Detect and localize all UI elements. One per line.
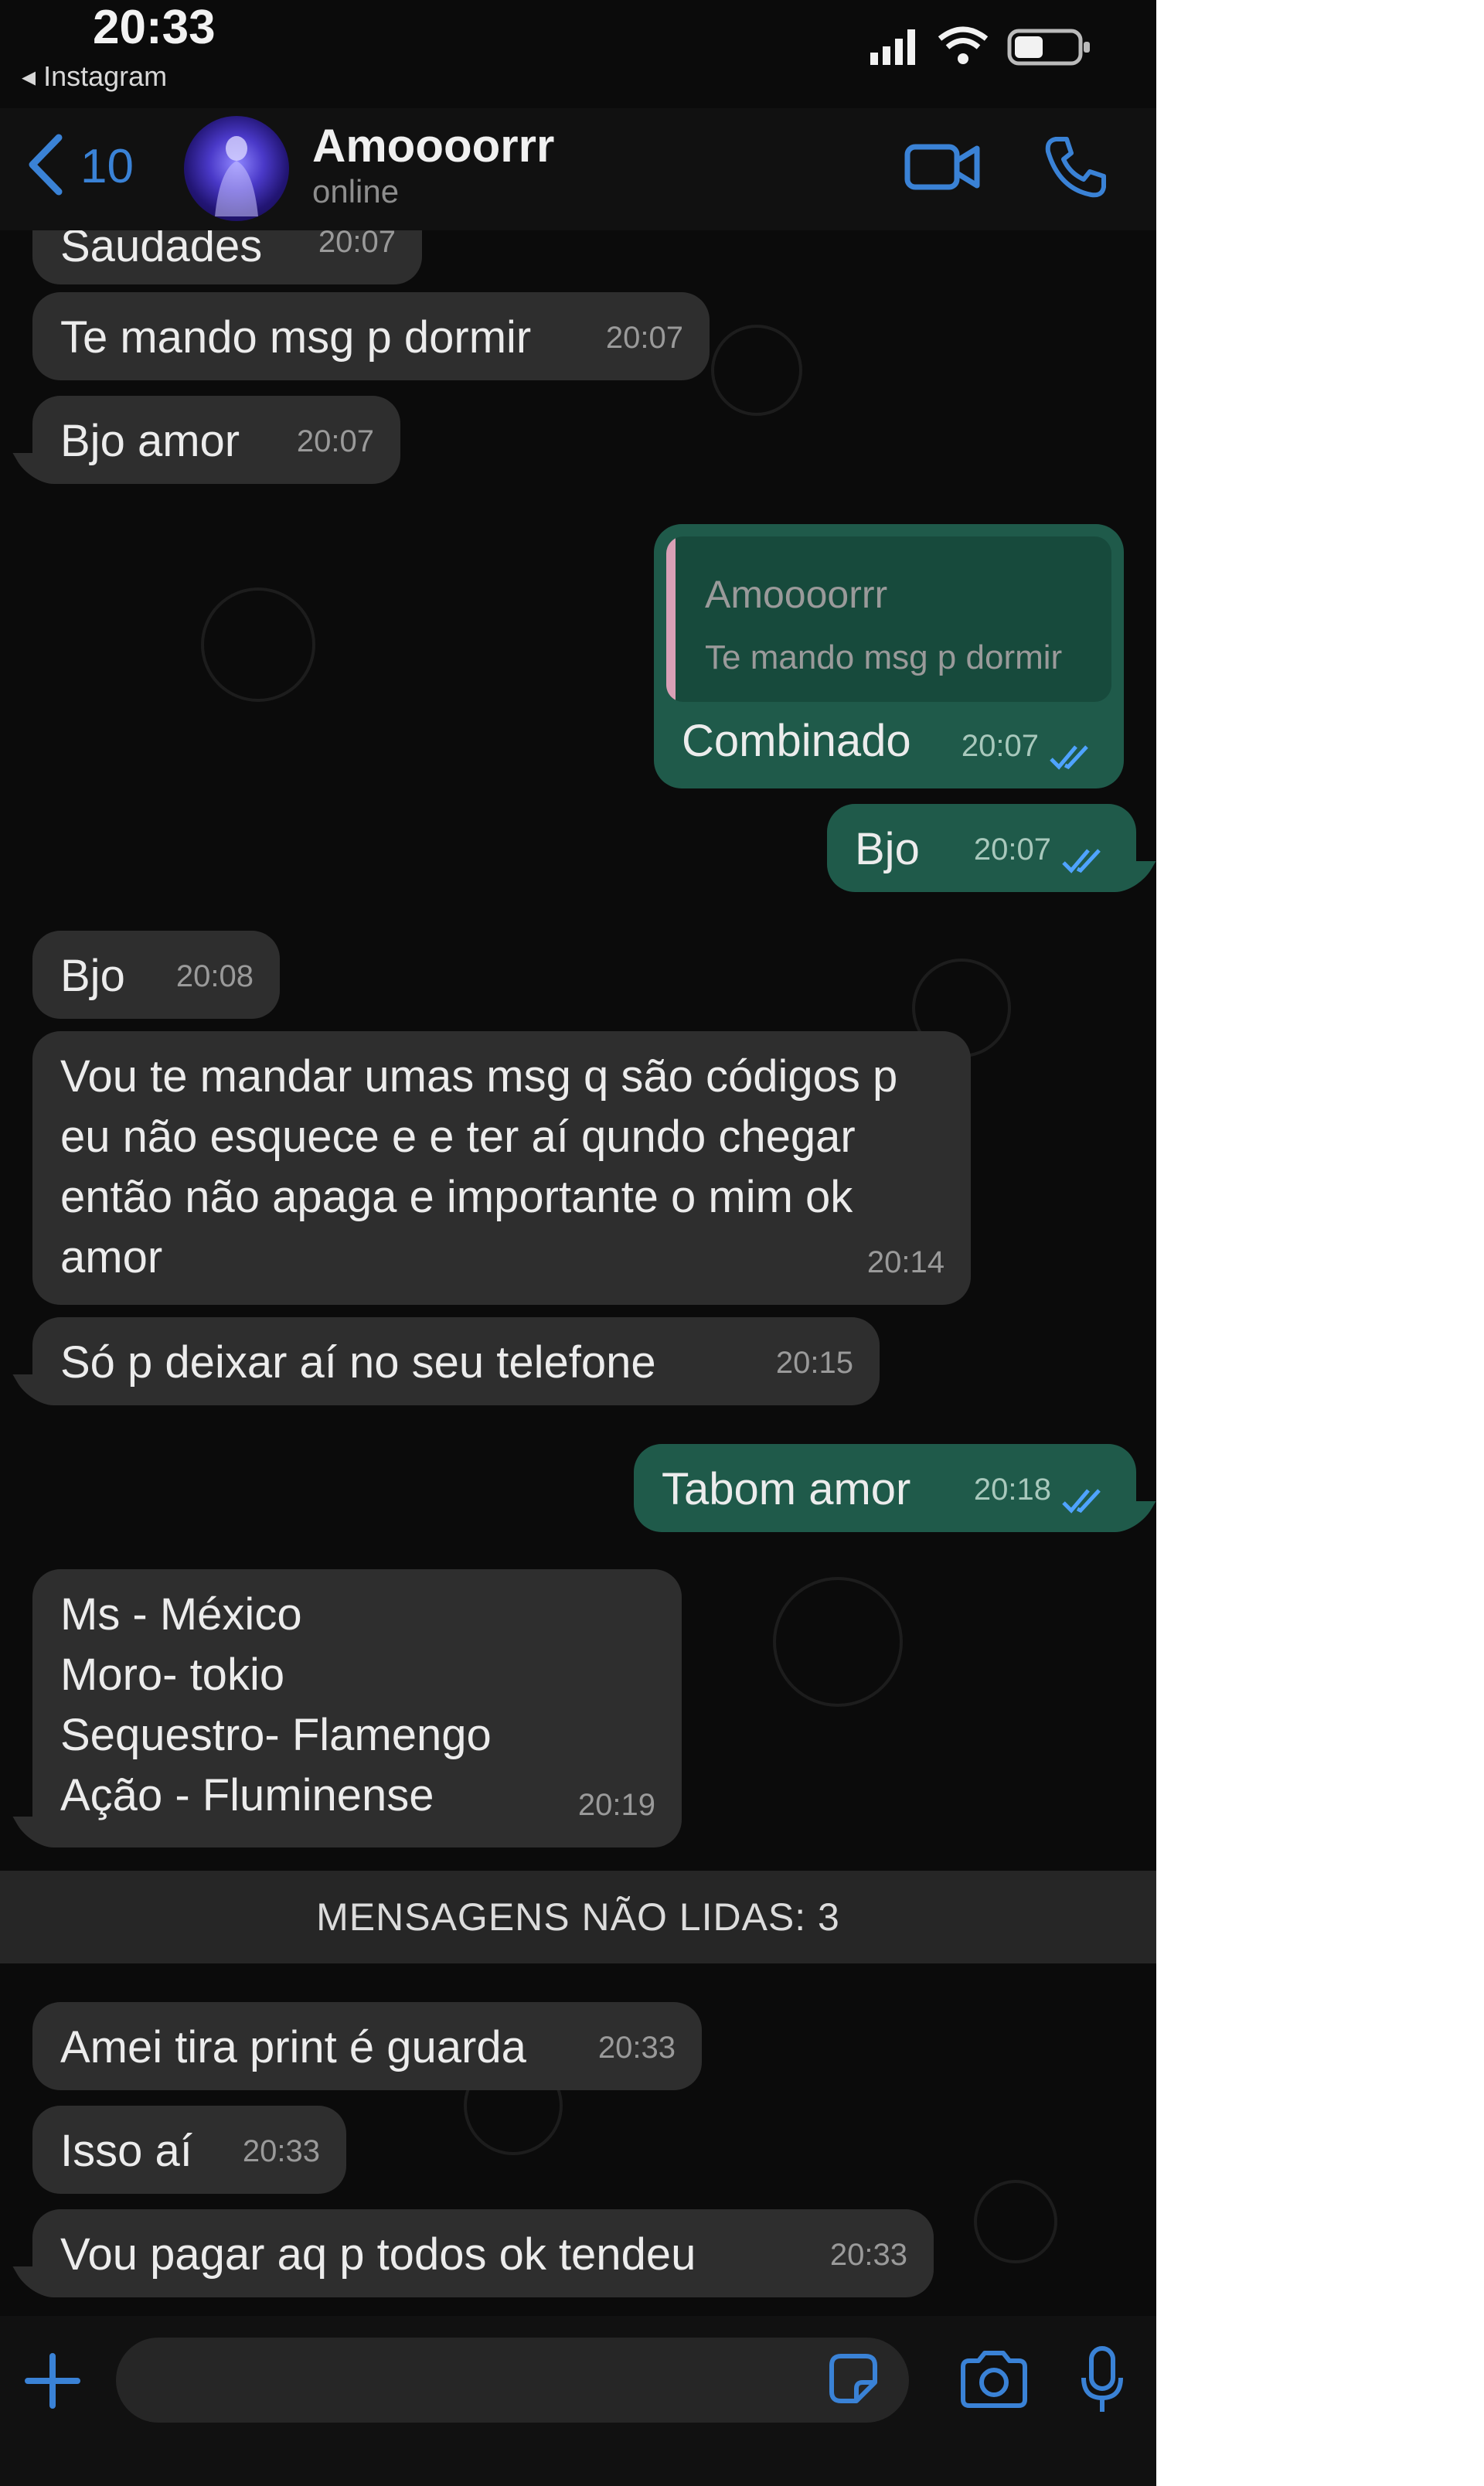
status-time: 20:33 (93, 1, 216, 54)
message-incoming[interactable]: Amei tira print é guarda 20:33 (32, 2002, 702, 2090)
chat-header: 10 Amoooorrr online (0, 108, 1156, 232)
quote-text: Te mando msg p dormir (705, 639, 1063, 676)
phone-call-icon (1045, 137, 1106, 198)
wallpaper-doodle (974, 2180, 1057, 2263)
message-incoming[interactable]: Vou pagar aq p todos ok tendeu 20:33 (12, 2209, 934, 2297)
back-chevron-icon (29, 134, 63, 196)
sticker-icon (829, 2354, 877, 2403)
voice-call-button[interactable] (1043, 135, 1108, 203)
status-back-app-link[interactable]: ◂ Instagram (22, 60, 167, 93)
message-text: Tabom amor (662, 1464, 911, 1514)
message-time: 20:07 (961, 729, 1039, 763)
double-check-icon (1062, 1489, 1101, 1514)
message-incoming[interactable]: Isso aí 20:33 (32, 2106, 346, 2194)
message-text: Bjo (60, 951, 125, 1001)
message-input-bar (0, 2316, 1156, 2486)
message-time: 20:18 (973, 1473, 1051, 1507)
attach-button[interactable] (22, 2350, 83, 2416)
message-incoming[interactable]: Te mando msg p dormir 20:07 (32, 292, 710, 380)
unread-messages-divider: MENSAGENS NÃO LIDAS: 3 (0, 1871, 1156, 1963)
message-text: Te mando msg p dormir (60, 312, 532, 363)
message-input[interactable] (116, 2338, 909, 2423)
message-text: Vou pagar aq p todos ok tendeu (60, 2229, 696, 2280)
message-text: Bjo (855, 824, 920, 874)
message-text: Vou te mandar umas msg q são códigos p e… (60, 1051, 898, 1282)
camera-button[interactable] (958, 2348, 1030, 2414)
video-call-button[interactable] (904, 136, 982, 202)
message-time: 20:33 (597, 2031, 676, 2065)
wallpaper-doodle (201, 587, 315, 702)
sticker-button[interactable] (824, 2350, 883, 2413)
message-time: 20:07 (605, 321, 683, 355)
bubble-tail (12, 453, 62, 484)
message-incoming[interactable]: Vou te mandar umas msg q são códigos p e… (32, 1031, 971, 1305)
message-text: Amei tira print é guarda (60, 2022, 526, 2072)
signal-wifi-battery-icon (870, 26, 1090, 66)
chat-screen: 20:33 ◂ Instagram 10 Amoooorrr online Sa… (0, 0, 1156, 2486)
wallpaper-doodle (773, 1577, 903, 1707)
double-check-icon (1050, 745, 1088, 770)
status-icons (870, 22, 1094, 72)
quote-author: Amoooorrr (705, 573, 888, 616)
bubble-tail (12, 2266, 62, 2297)
bubble-tail (12, 1817, 62, 1847)
message-outgoing[interactable]: Tabom amor 20:18 (634, 1444, 1156, 1532)
double-check-icon (1062, 849, 1101, 874)
message-time: 20:33 (242, 2134, 320, 2168)
bubble-tail (12, 1374, 62, 1405)
message-time: 20:14 (866, 1245, 945, 1279)
message-outgoing-reply[interactable]: Amoooorrr Te mando msg p dormir Combinad… (654, 524, 1124, 788)
message-text: Bjo amor (60, 416, 240, 466)
message-outgoing[interactable]: Bjo 20:07 (827, 804, 1156, 892)
message-time: 20:19 (577, 1788, 655, 1822)
contact-status: online (312, 173, 400, 209)
message-text: Ms - México Moro- tokio Sequestro- Flame… (60, 1589, 492, 1820)
message-text: Combinado (682, 716, 911, 766)
message-time: 20:07 (973, 833, 1051, 867)
contact-name[interactable]: Amoooorrr (312, 119, 554, 172)
back-button[interactable] (22, 130, 68, 203)
avatar-figure-icon (215, 136, 258, 216)
camera-icon (961, 2351, 1027, 2408)
message-incoming[interactable]: Bjo amor 20:07 (12, 396, 400, 484)
unread-chats-count[interactable]: 10 (80, 139, 134, 194)
bubble-tail (1107, 861, 1156, 892)
message-text: Isso aí (60, 2126, 192, 2176)
avatar[interactable] (184, 116, 289, 221)
message-incoming[interactable]: Ms - México Moro- tokio Sequestro- Flame… (12, 1569, 682, 1847)
video-call-icon (904, 144, 980, 190)
message-time: 20:07 (296, 424, 374, 458)
microphone-icon (1081, 2346, 1123, 2412)
message-text: Só p deixar aí no seu telefone (60, 1337, 656, 1388)
bubble-tail (1107, 1501, 1156, 1532)
microphone-button[interactable] (1077, 2344, 1127, 2422)
message-time: 20:33 (829, 2238, 907, 2272)
message-incoming[interactable]: Só p deixar aí no seu telefone 20:15 (12, 1317, 880, 1405)
message-time: 20:15 (775, 1346, 853, 1380)
message-time: 20:08 (175, 959, 254, 993)
message-incoming[interactable]: Bjo 20:08 (32, 931, 280, 1019)
plus-icon (25, 2353, 80, 2409)
quote-accent-bar (666, 536, 676, 702)
wallpaper-doodle (711, 325, 802, 416)
quoted-message[interactable]: Amoooorrr Te mando msg p dormir (666, 536, 1111, 702)
